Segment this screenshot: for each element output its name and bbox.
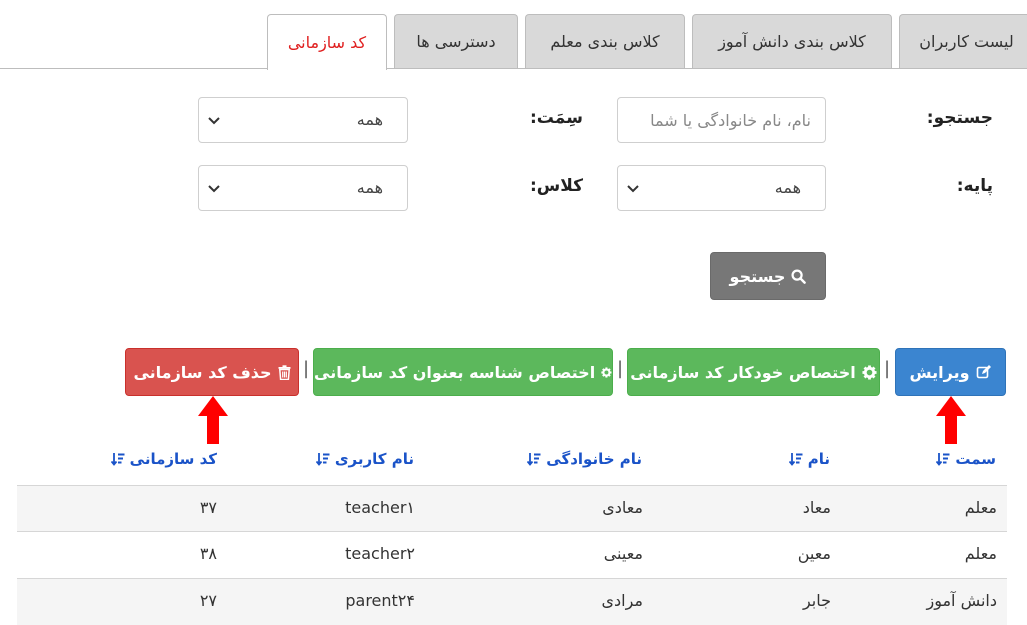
tab-label: دسترسی ها [416,32,496,51]
cell-last-name: مرادی [601,591,644,610]
trash-icon [278,364,291,380]
arrow-up-icon [936,396,966,444]
column-header-org-code[interactable]: کد سازمانی [110,450,217,468]
auto-assign-button-label: اختصاص خودکار کد سازمانی [630,362,856,382]
class-select[interactable]: همه [198,165,408,211]
tab-student-classes[interactable]: کلاس بندی دانش آموز [692,14,892,68]
table-row[interactable]: معلم معین معینی teacher۲ ۳۸ [17,531,1007,578]
search-input[interactable] [618,98,825,142]
role-select-value: همه [356,110,383,129]
cell-last-name: معینی [603,544,643,563]
search-label: جستجو: [926,108,993,128]
gear-icon [862,364,877,380]
cell-first-name: جابر [802,591,831,610]
search-button[interactable]: جستجو [710,252,826,300]
search-field[interactable] [617,97,826,143]
edit-button[interactable]: ویرایش [895,348,1006,396]
column-header-last-name[interactable]: نام خانوادگی [527,450,642,468]
edit-button-label: ویرایش [909,362,970,382]
cell-org-code: ۲۷ [199,591,217,610]
edit-icon [976,365,991,379]
table-row[interactable]: دانش آموز جابر مرادی parent۲۴ ۲۷ [17,578,1007,625]
column-header-label: نام [807,450,830,468]
tab-label: کد سازمانی [287,33,367,52]
table-row[interactable]: معلم معاد معادی teacher۱ ۳۷ [17,485,1007,532]
chevron-down-icon [208,117,220,125]
column-header-label: کد سازمانی [129,450,217,468]
column-header-first-name[interactable]: نام [788,450,830,468]
chevron-down-icon [208,185,220,193]
tab-label: کلاس بندی دانش آموز [718,32,866,51]
tab-label: کلاس بندی معلم [550,32,660,51]
cell-role: معلم [964,544,997,563]
cell-role: دانش آموز [926,591,997,610]
tab-bar-line [0,68,1027,69]
column-header-role[interactable]: سمت [936,450,996,468]
class-select-value: همه [356,178,383,197]
cell-org-code: ۳۷ [199,498,217,517]
sort-icon [788,453,803,466]
search-button-label: جستجو [729,266,786,286]
separator: | [303,358,310,379]
separator: | [884,358,891,379]
cell-username: teacher۲ [345,544,415,563]
delete-button-label: حذف کد سازمانی [133,362,272,382]
search-icon [791,268,807,284]
sort-icon [315,453,330,466]
cell-username: parent۲۴ [345,591,415,610]
cell-username: teacher۱ [345,498,415,517]
column-header-username[interactable]: نام کاربری [315,450,414,468]
grade-select[interactable]: همه [617,165,826,211]
separator: | [617,358,624,379]
chevron-down-icon [627,185,639,193]
tab-permissions[interactable]: دسترسی ها [394,14,518,68]
grade-label: پایه: [956,176,993,196]
grade-select-value: همه [774,178,801,197]
class-label: کلاس: [530,176,584,196]
gear-icon [601,366,612,378]
column-header-label: سمت [955,450,996,468]
column-header-label: نام خانوادگی [546,450,642,468]
sort-icon [936,453,950,466]
cell-first-name: معاد [802,498,831,517]
sort-icon [110,453,125,466]
arrow-up-icon [198,396,228,444]
role-label: سِمَت: [530,108,583,128]
tab-org-code[interactable]: کد سازمانی [267,14,387,70]
tab-user-list[interactable]: لیست کاربران [899,14,1027,68]
delete-org-code-button[interactable]: حذف کد سازمانی [125,348,299,396]
assign-id-button-label: اختصاص شناسه بعنوان کد سازمانی [314,362,596,382]
cell-org-code: ۳۸ [199,544,217,563]
tab-label: لیست کاربران [919,32,1014,51]
column-header-label: نام کاربری [334,450,414,468]
sort-icon [527,453,541,466]
auto-assign-button[interactable]: اختصاص خودکار کد سازمانی [627,348,880,396]
cell-last-name: معادی [602,498,643,517]
role-select[interactable]: همه [198,97,408,143]
tab-teacher-classes[interactable]: کلاس بندی معلم [525,14,685,68]
cell-role: معلم [964,498,997,517]
cell-first-name: معین [797,544,831,563]
assign-id-button[interactable]: اختصاص شناسه بعنوان کد سازمانی [313,348,613,396]
